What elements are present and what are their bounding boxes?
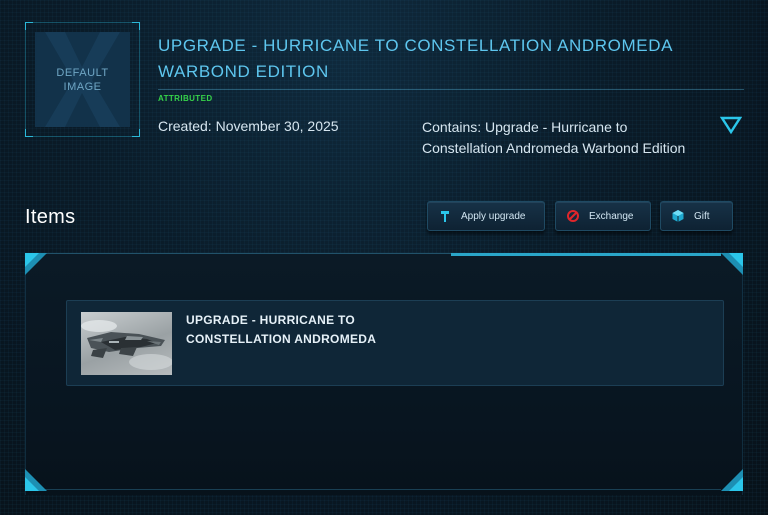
- gift-label: Gift: [694, 210, 710, 222]
- default-image-placeholder: DEFAULT IMAGE: [35, 32, 130, 127]
- panel-corner-bottom-left: [25, 469, 47, 491]
- item-name: UPGRADE - HURRICANE TO CONSTELLATION AND…: [186, 313, 377, 346]
- exchange-label: Exchange: [589, 210, 634, 222]
- exchange-button[interactable]: Exchange: [555, 201, 651, 231]
- created-date: Created: November 30, 2025: [158, 118, 339, 134]
- panel-corner-top-right: [721, 253, 743, 275]
- chevron-down-icon: [719, 116, 743, 135]
- apply-upgrade-label: Apply upgrade: [461, 210, 526, 222]
- ship-image: [81, 320, 172, 370]
- pledge-title: UPGRADE - HURRICANE TO CONSTELLATION AND…: [158, 36, 673, 81]
- panel-bottom-border: [45, 489, 721, 490]
- title-divider: [158, 89, 744, 90]
- apply-upgrade-button[interactable]: Apply upgrade: [427, 201, 545, 231]
- list-item[interactable]: UPGRADE - HURRICANE TO CONSTELLATION AND…: [66, 300, 724, 386]
- ship-thumbnail: [81, 312, 172, 375]
- panel-top-accent: [451, 253, 721, 256]
- panel-corner-bottom-right: [721, 469, 743, 491]
- items-heading: Items: [25, 206, 76, 228]
- expand-toggle-button[interactable]: [719, 115, 743, 135]
- contains-text: Contains: Upgrade - Hurricane to Constel…: [422, 119, 686, 156]
- pledge-thumbnail-frame: DEFAULT IMAGE: [25, 22, 140, 137]
- prohibited-icon: [567, 210, 579, 222]
- panel-corner-top-left: [25, 253, 47, 275]
- gift-button[interactable]: Gift: [660, 201, 733, 231]
- gift-box-icon: [672, 210, 684, 222]
- default-image-label: DEFAULT IMAGE: [56, 66, 109, 93]
- status-badge: ATTRIBUTED: [158, 94, 213, 103]
- hammer-icon: [441, 211, 449, 222]
